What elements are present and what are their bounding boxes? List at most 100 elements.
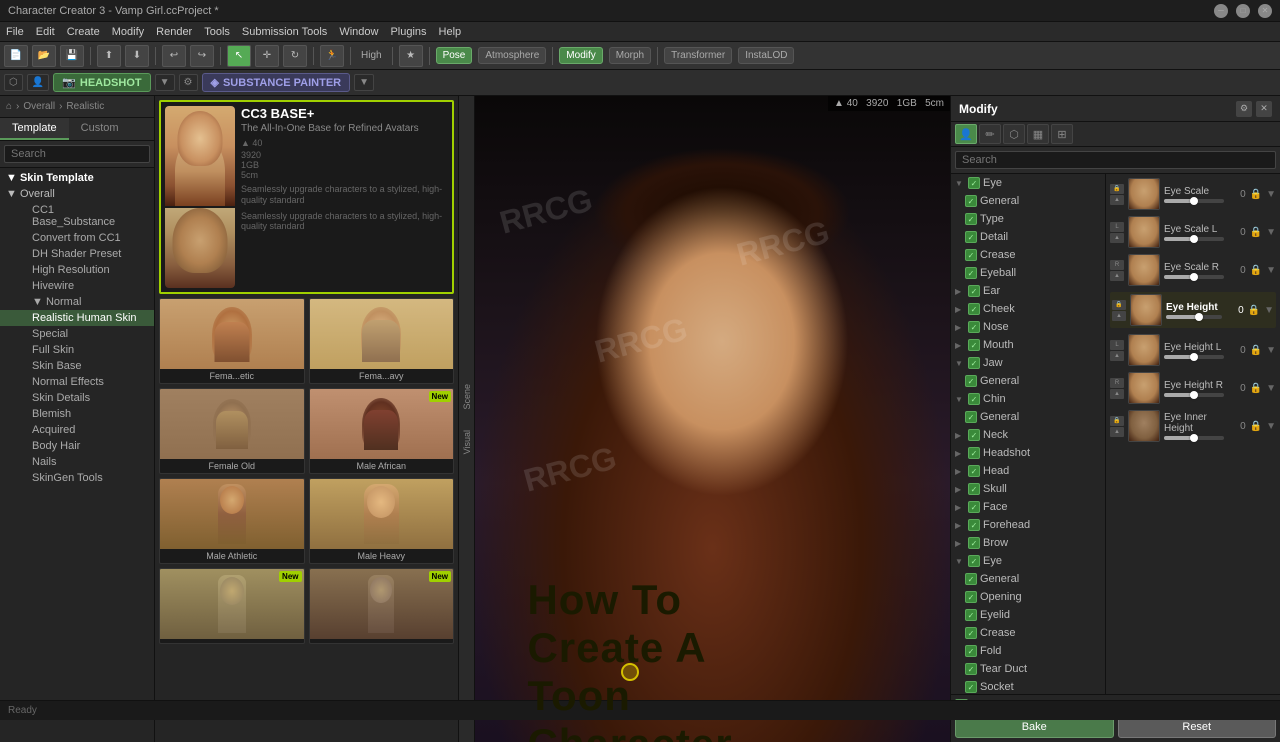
thumb-female-old[interactable]: Female Old <box>159 388 305 474</box>
rt-general-1[interactable]: ✓ General <box>951 192 1105 210</box>
ctrl-lock-5[interactable]: 🔒 <box>1250 345 1262 356</box>
ctrl-lock-7[interactable]: 🔒 <box>1250 421 1262 432</box>
ctrl-icon-up-7[interactable]: ▲ <box>1110 427 1124 437</box>
tree-skin-base[interactable]: Skin Base <box>0 358 154 374</box>
rt-check-jaw[interactable]: ✓ <box>968 357 980 369</box>
rt-check-nose[interactable]: ✓ <box>968 321 980 333</box>
rt-check-general-eye[interactable]: ✓ <box>965 573 977 585</box>
menu-plugins[interactable]: Plugins <box>390 26 426 38</box>
import-button[interactable]: ⬆ <box>97 45 121 67</box>
pose-button[interactable]: 🏃 <box>320 45 344 67</box>
substance-extra[interactable]: ▼ <box>354 74 374 91</box>
thumb-fema-avy[interactable]: Fema...avy <box>309 298 455 384</box>
rt-check-general-jaw[interactable]: ✓ <box>965 375 977 387</box>
ctrl-lock-6[interactable]: 🔒 <box>1250 383 1262 394</box>
ctrl-lock-3[interactable]: 🔒 <box>1250 265 1262 276</box>
ctrl-icon-lock-4[interactable]: 🔒 <box>1112 300 1126 310</box>
ctrl-icon-up-4[interactable]: ▲ <box>1112 311 1126 321</box>
rt-check-general-1[interactable]: ✓ <box>965 195 977 207</box>
ctrl-lock-1[interactable]: 🔒 <box>1250 189 1262 200</box>
minimize-button[interactable]: ─ <box>1214 4 1228 18</box>
icon-btn-1[interactable]: ⬡ <box>4 74 23 91</box>
right-tab-3[interactable]: ⬡ <box>1003 124 1025 144</box>
visual-label[interactable]: Visual <box>462 430 472 454</box>
rt-type[interactable]: ✓ Type <box>951 210 1105 228</box>
right-search-input[interactable] <box>955 151 1276 169</box>
ctrl-extra-5[interactable]: ▼ <box>1266 345 1276 356</box>
open-button[interactable]: 📂 <box>32 45 56 67</box>
rt-fold[interactable]: ✓ Fold <box>951 642 1105 660</box>
rt-check-head[interactable]: ✓ <box>968 465 980 477</box>
new-button[interactable]: 📄 <box>4 45 28 67</box>
rt-check-general-chin[interactable]: ✓ <box>965 411 977 423</box>
scene-label[interactable]: Scene <box>462 384 472 410</box>
rt-crease-2[interactable]: ✓ Crease <box>951 624 1105 642</box>
rt-check-neck[interactable]: ✓ <box>968 429 980 441</box>
ctrl-slider-eye-height[interactable] <box>1166 315 1222 319</box>
tree-skin-details[interactable]: Skin Details <box>0 390 154 406</box>
headshot-button[interactable]: 📷 HEADSHOT <box>53 73 150 92</box>
rt-nose[interactable]: ▶ ✓ Nose <box>951 318 1105 336</box>
rt-check-eyeball-1[interactable]: ✓ <box>965 267 977 279</box>
right-tab-4[interactable]: ▦ <box>1027 124 1049 144</box>
rt-check-type[interactable]: ✓ <box>965 213 977 225</box>
rt-eyeball-1[interactable]: ✓ Eyeball <box>951 264 1105 282</box>
tab-template[interactable]: Template <box>0 118 69 140</box>
ctrl-icon-l-2[interactable]: L <box>1110 340 1124 350</box>
headshot-extra[interactable]: ▼ <box>155 74 175 91</box>
rt-ear[interactable]: ▶ ✓ Ear <box>951 282 1105 300</box>
ctrl-extra-4[interactable]: ▼ <box>1264 305 1274 316</box>
right-tab-edit[interactable]: ✏ <box>979 124 1001 144</box>
redo-button[interactable]: ↪ <box>190 45 214 67</box>
tree-blemish[interactable]: Blemish <box>0 406 154 422</box>
rt-opening[interactable]: ✓ Opening <box>951 588 1105 606</box>
rt-general-eye[interactable]: ✓ General <box>951 570 1105 588</box>
rt-check-headshot[interactable]: ✓ <box>968 447 980 459</box>
rt-eye-2[interactable]: ▼ ✓ Eye <box>951 552 1105 570</box>
rt-general-jaw[interactable]: ✓ General <box>951 372 1105 390</box>
rt-eyelid[interactable]: ✓ Eyelid <box>951 606 1105 624</box>
ctrl-icon-up-3[interactable]: ▲ <box>1110 271 1124 281</box>
thumb-new-2[interactable]: New <box>309 568 455 644</box>
right-tab-body[interactable]: 👤 <box>955 124 977 144</box>
rt-jaw[interactable]: ▼ ✓ Jaw <box>951 354 1105 372</box>
rt-detail[interactable]: ✓ Detail <box>951 228 1105 246</box>
menu-edit[interactable]: Edit <box>36 26 55 38</box>
rt-headshot[interactable]: ▶ ✓ Headshot <box>951 444 1105 462</box>
rt-check-ear[interactable]: ✓ <box>968 285 980 297</box>
ctrl-slider-eye-scale-l[interactable] <box>1164 237 1224 241</box>
tree-nails[interactable]: Nails <box>0 454 154 470</box>
ctrl-lock-4[interactable]: 🔒 <box>1248 305 1260 316</box>
select-button[interactable]: ↖ <box>227 45 251 67</box>
rt-forehead[interactable]: ▶ ✓ Forehead <box>951 516 1105 534</box>
tree-body-hair[interactable]: Body Hair <box>0 438 154 454</box>
tree-skin-template[interactable]: ▼ Skin Template <box>0 170 154 186</box>
tree-full-skin[interactable]: Full Skin <box>0 342 154 358</box>
ctrl-icon-up-6[interactable]: ▲ <box>1110 389 1124 399</box>
rt-check-detail[interactable]: ✓ <box>965 231 977 243</box>
tree-overall[interactable]: ▼ Overall <box>0 186 154 202</box>
rt-check-skull[interactable]: ✓ <box>968 483 980 495</box>
rt-socket[interactable]: ✓ Socket <box>951 678 1105 694</box>
ctrl-icon-r[interactable]: R <box>1110 260 1124 270</box>
menu-create[interactable]: Create <box>67 26 100 38</box>
close-button[interactable]: ✕ <box>1258 4 1272 18</box>
ctrl-icon-up-1[interactable]: ▲ <box>1110 195 1124 205</box>
ctrl-slider-eye-height-l[interactable] <box>1164 355 1224 359</box>
thumb-male-african[interactable]: New Male African <box>309 388 455 474</box>
transformer-btn[interactable]: Transformer <box>664 47 732 64</box>
icon-btn-3[interactable]: ⚙ <box>179 74 198 91</box>
rt-check-eye-2[interactable]: ✓ <box>968 555 980 567</box>
modify-btn[interactable]: Modify <box>559 47 602 64</box>
tree-hivewire[interactable]: Hivewire <box>0 278 154 294</box>
thumb-new-1[interactable]: New <box>159 568 305 644</box>
tree-normal[interactable]: ▼ Normal <box>0 294 154 310</box>
undo-button[interactable]: ↩ <box>162 45 186 67</box>
rt-check-socket[interactable]: ✓ <box>965 681 977 693</box>
ctrl-slider-eye-height-r[interactable] <box>1164 393 1224 397</box>
rt-check-mouth[interactable]: ✓ <box>968 339 980 351</box>
thumb-male-athletic[interactable]: Male Athletic <box>159 478 305 564</box>
rt-eye-expand[interactable]: ▼ ✓ Eye <box>951 174 1105 192</box>
menu-render[interactable]: Render <box>156 26 192 38</box>
menu-help[interactable]: Help <box>439 26 462 38</box>
